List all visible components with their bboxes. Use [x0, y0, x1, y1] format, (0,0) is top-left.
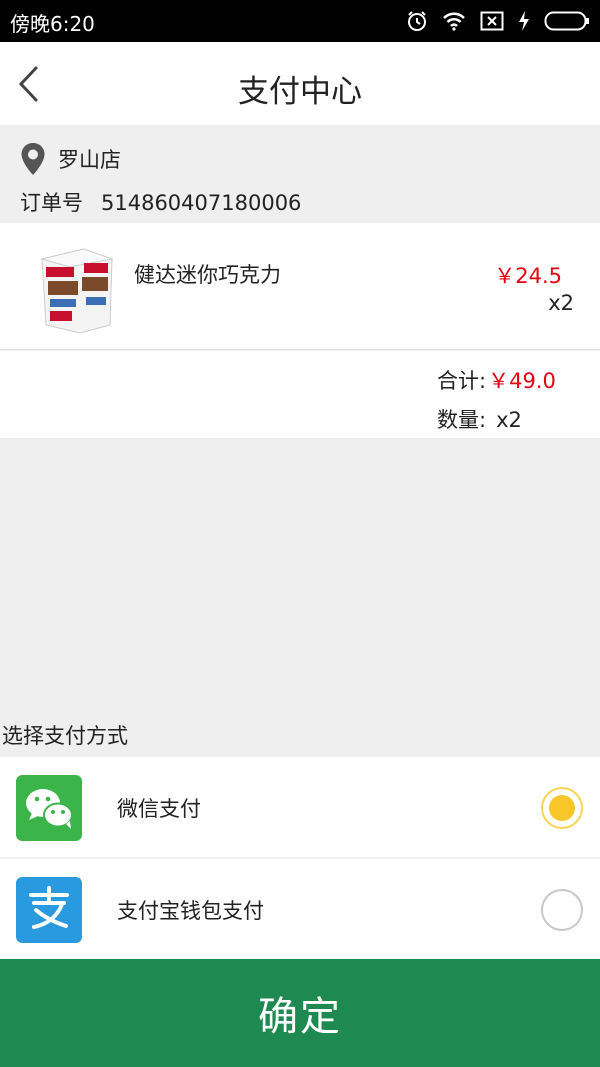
order-number: 514860407180006: [101, 191, 302, 215]
payment-option-wechat[interactable]: 微信支付: [0, 757, 600, 857]
no-sim-icon: [480, 11, 504, 31]
payment-option-alipay[interactable]: 支付宝钱包支付: [0, 859, 600, 959]
total-row: 合计:￥49.0: [437, 365, 556, 395]
cart-item: 健达迷你巧克力 ￥24.5 x2: [0, 223, 600, 350]
radio-wechat-selected[interactable]: [541, 787, 583, 829]
wifi-icon: [442, 11, 466, 31]
store-info: 罗山店 订单号 514860407180006: [0, 125, 600, 223]
status-time: 傍晚6:20: [10, 12, 95, 36]
payment-section-title: 选择支付方式: [2, 724, 128, 748]
order-number-line: 订单号 514860407180006: [20, 187, 301, 217]
total-value: ￥49.0: [488, 369, 556, 393]
payment-label-alipay: 支付宝钱包支付: [117, 899, 264, 923]
nav-bar: 支付中心: [0, 42, 600, 125]
charging-icon: [518, 11, 530, 31]
store-name: 罗山店: [58, 148, 121, 172]
location-pin-icon: [21, 143, 45, 175]
order-number-label: 订单号: [20, 191, 83, 215]
battery-icon: [544, 10, 590, 32]
radio-alipay[interactable]: [541, 889, 583, 931]
payment-label-wechat: 微信支付: [117, 797, 201, 821]
product-quantity: x2: [548, 291, 574, 315]
alarm-icon: [406, 10, 428, 32]
chocolate-box-image: [40, 248, 114, 334]
count-label: 数量:: [437, 408, 487, 432]
confirm-button[interactable]: 确定: [0, 959, 600, 1067]
count-row: 数量: x2: [437, 404, 522, 434]
product-price: ￥24.5: [494, 264, 562, 288]
count-value: x2: [496, 408, 522, 432]
order-summary: 合计:￥49.0 数量: x2: [0, 351, 600, 438]
status-icons: [406, 8, 590, 34]
page-title: 支付中心: [238, 74, 362, 110]
status-bar: 傍晚6:20: [0, 0, 600, 42]
store-line: 罗山店: [20, 142, 121, 176]
alipay-icon: [16, 877, 82, 943]
radio-dot: [549, 795, 575, 821]
wechat-icon: [16, 775, 82, 841]
product-name: 健达迷你巧克力: [134, 263, 281, 287]
total-label: 合计:: [437, 369, 487, 393]
